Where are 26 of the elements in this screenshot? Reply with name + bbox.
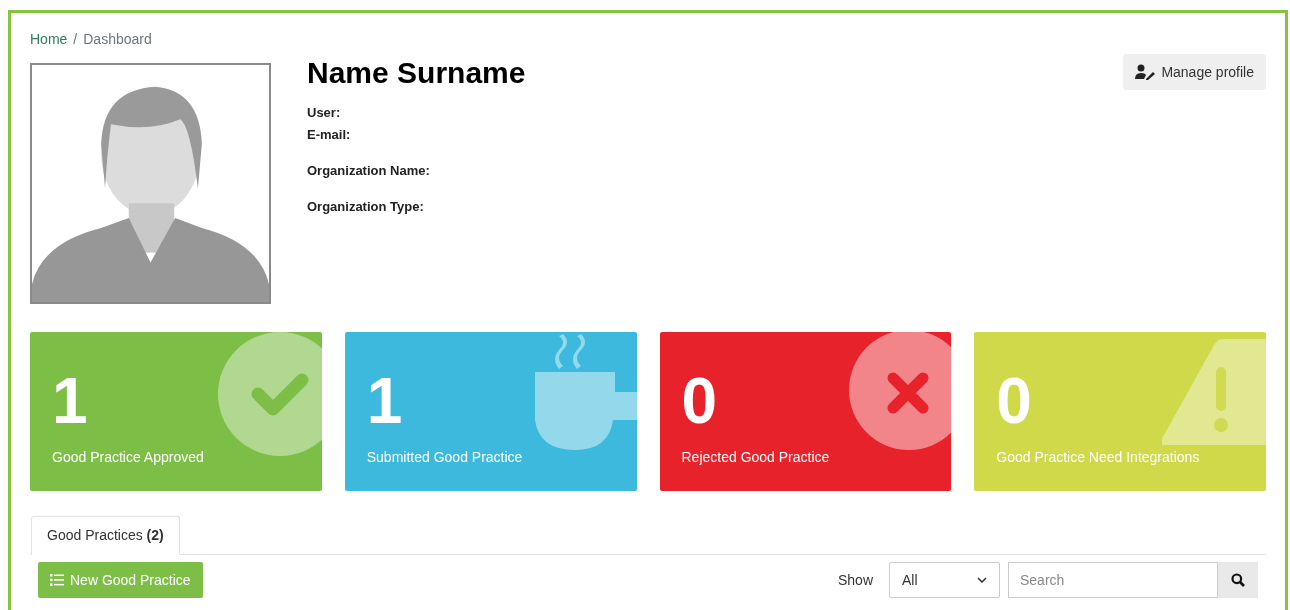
stat-label: Good Practice Approved xyxy=(52,448,204,467)
search-field[interactable]: Search xyxy=(1008,562,1218,598)
user-edit-icon xyxy=(1135,64,1156,80)
stat-label: Submitted Good Practice xyxy=(366,448,523,467)
stat-count: 1 xyxy=(366,366,403,436)
stat-label: Good Practice Need Integrations xyxy=(996,448,1200,467)
chevron-down-icon xyxy=(977,577,987,583)
manage-profile-button[interactable]: Manage profile xyxy=(1123,54,1266,90)
show-label: Show xyxy=(837,570,873,590)
breadcrumb-separator: / xyxy=(73,29,78,49)
stat-count: 0 xyxy=(681,366,718,436)
breadcrumb-current: Dashboard xyxy=(83,29,152,49)
tab[interactable]: Good Practices (2) xyxy=(31,516,180,555)
stat-count: 1 xyxy=(52,366,88,436)
list-icon xyxy=(50,574,64,586)
show-dropdown[interactable]: All xyxy=(889,562,1000,598)
profile-field-label: Organization Name: xyxy=(307,163,431,179)
profile-field-label: Organization Type: xyxy=(307,199,425,215)
search-button[interactable] xyxy=(1218,562,1258,598)
profile-name: Name Surname xyxy=(307,55,527,91)
breadcrumb-link[interactable]: Home xyxy=(30,28,68,50)
profile-field-label: E-mail: xyxy=(307,127,352,143)
profile-field-label: User: xyxy=(307,105,342,121)
stat-count: 0 xyxy=(996,366,1032,436)
stat-label: Rejected Good Practice xyxy=(681,448,830,467)
search-icon xyxy=(1231,573,1245,587)
